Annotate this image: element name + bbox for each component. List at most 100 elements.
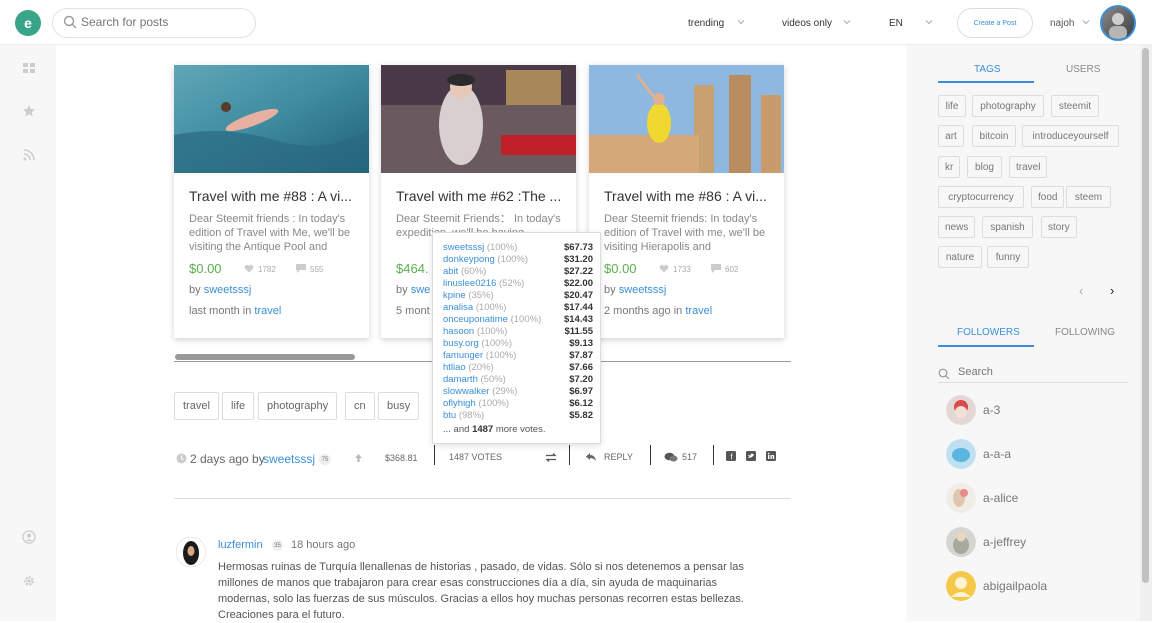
tab-tags[interactable]: TAGS <box>974 64 1000 75</box>
voter-name[interactable]: btu <box>443 410 456 421</box>
voter-name[interactable]: sweetsssj <box>443 242 484 253</box>
voter-name[interactable]: onceuponatime <box>443 314 508 325</box>
post-thumbnail[interactable] <box>174 65 369 173</box>
card-comments[interactable]: 555 <box>296 264 323 274</box>
language-select[interactable]: EN <box>889 18 903 29</box>
voter-name[interactable]: oflyhigh <box>443 398 476 409</box>
post-card[interactable]: Travel with me #88 : A vi... Dear Steemi… <box>174 65 369 338</box>
sidebar-tag[interactable]: kr <box>938 156 961 178</box>
votes-count[interactable]: 1487 VOTES <box>449 452 502 462</box>
follower-name[interactable]: a-alice <box>983 491 1018 505</box>
rss-icon[interactable] <box>22 148 36 162</box>
sidebar-tag[interactable]: nature <box>938 246 982 268</box>
card-title[interactable]: Travel with me #86 : A vi... <box>604 188 776 204</box>
post-payout[interactable]: $368.81 <box>385 453 418 463</box>
comment-time[interactable]: 18 hours ago <box>291 539 355 551</box>
card-title[interactable]: Travel with me #62 :The ... <box>396 188 568 204</box>
busy-logo[interactable]: e <box>15 10 41 36</box>
sidebar-tag[interactable]: bitcoin <box>972 125 1016 147</box>
author-link[interactable]: swe <box>411 284 431 296</box>
voter-name[interactable]: htliao <box>443 362 466 373</box>
author-link[interactable]: sweetsssj <box>204 284 252 296</box>
post-thumbnail[interactable] <box>381 65 576 173</box>
follower-item[interactable]: a-alice <box>946 483 1126 515</box>
gear-icon[interactable] <box>22 574 36 588</box>
prev-page-icon[interactable]: ‹ <box>1079 283 1083 298</box>
card-likes[interactable]: 1733 <box>659 264 691 274</box>
category-link[interactable]: travel <box>254 305 281 317</box>
post-thumbnail[interactable] <box>589 65 784 173</box>
post-author-link[interactable]: sweetsssj <box>263 452 315 466</box>
tab-following[interactable]: FOLLOWING <box>1055 327 1115 338</box>
tab-followers[interactable]: FOLLOWERS <box>957 327 1020 338</box>
twitter-icon[interactable] <box>746 451 756 461</box>
comments-count[interactable]: 517 <box>682 452 697 462</box>
page-scrollbar-thumb[interactable] <box>1142 48 1149 583</box>
sidebar-tag[interactable]: spanish <box>982 216 1033 238</box>
follower-item[interactable]: a-jeffrey <box>946 527 1126 559</box>
sidebar-tag[interactable]: steem <box>1066 186 1111 208</box>
user-avatar[interactable] <box>1100 5 1136 41</box>
author-link[interactable]: sweetsssj <box>619 284 667 296</box>
follower-name[interactable]: a-a-a <box>983 447 1011 461</box>
sidebar-tag[interactable]: travel <box>1009 156 1048 178</box>
post-tag[interactable]: life <box>222 392 255 420</box>
sidebar-tag[interactable]: food <box>1031 186 1065 208</box>
sidebar-tag[interactable]: story <box>1041 216 1077 238</box>
sidebar-tag[interactable]: art <box>938 125 964 147</box>
voter-name[interactable]: famunger <box>443 350 483 361</box>
sidebar-tag[interactable]: cryptocurrency <box>938 186 1024 208</box>
sidebar-tag[interactable]: photography <box>972 95 1044 117</box>
create-post-button[interactable]: Create a Post <box>957 8 1033 38</box>
voter-name[interactable]: linuslee0216 <box>443 278 496 289</box>
commenter-avatar[interactable] <box>176 537 206 567</box>
reply-icon[interactable] <box>585 452 597 462</box>
username-menu[interactable]: najoh <box>1050 18 1074 29</box>
follower-name[interactable]: a-jeffrey <box>983 535 1026 549</box>
voter-name[interactable]: analisa <box>443 302 473 313</box>
sort-select[interactable]: trending <box>688 18 724 29</box>
follower-name[interactable]: abigailpaola <box>983 579 1047 593</box>
follower-item[interactable]: a-3 <box>946 395 1126 427</box>
post-tag[interactable]: cn <box>345 392 375 420</box>
upvote-icon[interactable] <box>354 453 363 463</box>
voter-name[interactable]: kpine <box>443 290 466 301</box>
voter-name[interactable]: hasoon <box>443 326 474 337</box>
profile-icon[interactable] <box>22 530 36 544</box>
voter-name[interactable]: abit <box>443 266 458 277</box>
follower-name[interactable]: a-3 <box>983 403 1000 417</box>
tab-users[interactable]: USERS <box>1066 64 1100 75</box>
reblog-icon[interactable] <box>545 452 557 463</box>
post-tag[interactable]: travel <box>174 392 219 420</box>
voter-name[interactable]: slowwalker <box>443 386 489 397</box>
comments-icon[interactable] <box>664 452 678 463</box>
reply-button[interactable]: REPLY <box>604 452 633 462</box>
sidebar-tag[interactable]: steemit <box>1051 95 1099 117</box>
follow-search-input[interactable] <box>958 366 1118 378</box>
follower-item[interactable]: abigailpaola <box>946 571 1126 603</box>
voter-name[interactable]: damarth <box>443 374 478 385</box>
sidebar-tag[interactable]: introduceyourself <box>1022 125 1119 147</box>
commenter-name[interactable]: luzfermin <box>218 539 263 551</box>
post-tag[interactable]: busy <box>378 392 420 420</box>
cards-scrollbar-thumb[interactable] <box>175 354 355 360</box>
sidebar-tag[interactable]: news <box>938 216 976 238</box>
card-title[interactable]: Travel with me #88 : A vi... <box>189 188 361 204</box>
category-link[interactable]: travel <box>685 305 712 317</box>
sidebar-tag[interactable]: blog <box>967 156 1002 178</box>
linkedin-icon[interactable] <box>766 451 776 461</box>
post-tag[interactable]: photography <box>258 392 338 420</box>
search-box[interactable] <box>52 8 256 38</box>
sidebar-tag[interactable]: funny <box>987 246 1029 268</box>
follow-search-box[interactable] <box>938 365 1128 383</box>
feed-icon[interactable] <box>22 61 36 75</box>
voter-name[interactable]: busy.org <box>443 338 479 349</box>
card-likes[interactable]: 1782 <box>244 264 276 274</box>
sidebar-tag[interactable]: life <box>938 95 966 117</box>
filter-select[interactable]: videos only <box>782 18 832 29</box>
post-card[interactable]: Travel with me #86 : A vi... Dear Steemi… <box>589 65 784 338</box>
search-input[interactable] <box>81 15 251 29</box>
follower-item[interactable]: a-a-a <box>946 439 1126 471</box>
star-icon[interactable] <box>22 104 36 118</box>
voter-name[interactable]: donkeypong <box>443 254 495 265</box>
